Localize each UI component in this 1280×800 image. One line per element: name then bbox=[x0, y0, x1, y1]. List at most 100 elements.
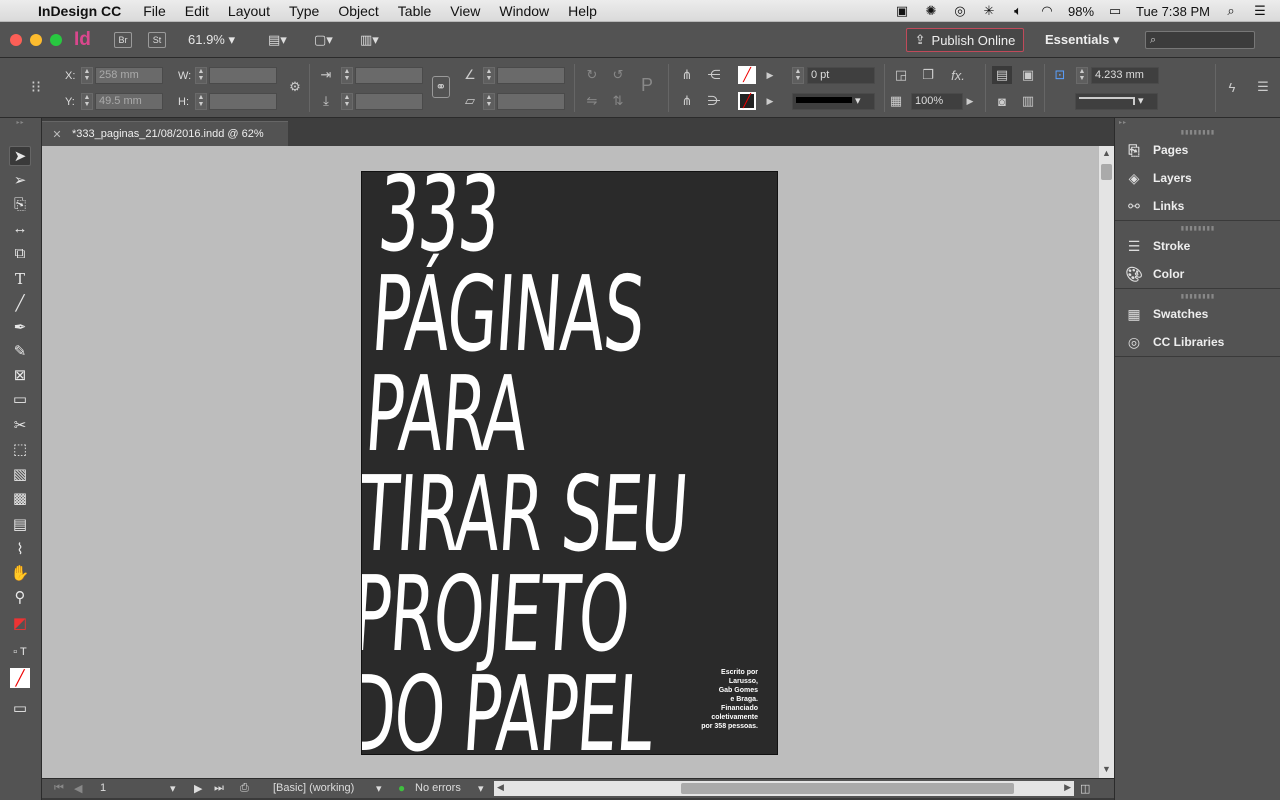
opacity-menu-arrow-icon[interactable]: ▶ bbox=[963, 92, 977, 110]
shear-stepper[interactable]: ▲ ▼ bbox=[483, 93, 495, 110]
effects-options-icon[interactable]: ❐ bbox=[918, 66, 938, 84]
bridge-button[interactable]: Br bbox=[114, 31, 132, 48]
shear-field[interactable] bbox=[497, 93, 565, 110]
fit-size-field[interactable]: 4.233 mm bbox=[1091, 67, 1159, 84]
select-content-icon[interactable]: ⋔ bbox=[677, 92, 697, 110]
menu-layout[interactable]: Layout bbox=[228, 3, 270, 19]
notification-center-icon[interactable]: ☰ bbox=[1252, 3, 1268, 18]
page-dropdown-icon[interactable]: ▾ bbox=[170, 782, 176, 795]
constrain-proportions-icon[interactable]: ⚙ bbox=[285, 78, 305, 96]
scroll-down-icon[interactable]: ▼ bbox=[1102, 764, 1111, 774]
hand-tool-icon[interactable]: ✋ bbox=[9, 563, 31, 583]
preflight-menu-icon[interactable]: ▾ bbox=[478, 782, 484, 795]
swatches-panel-tab[interactable]: ▦ Swatches bbox=[1115, 300, 1280, 328]
open-page-icon[interactable]: ⎙ bbox=[240, 782, 249, 795]
select-previous-icon[interactable]: ⋲ bbox=[704, 66, 724, 84]
stroke-menu-arrow-icon[interactable]: ▶ bbox=[763, 92, 777, 110]
horizontal-scrollbar[interactable]: ◀ ▶ bbox=[494, 781, 1074, 796]
scale-x-icon[interactable]: ⇥ bbox=[316, 66, 336, 84]
rotate-cw-icon[interactable]: ↻ bbox=[582, 66, 602, 84]
stroke-weight-stepper[interactable]: ▲ ▼ bbox=[792, 67, 804, 84]
flip-vertical-icon[interactable]: ⇅ bbox=[608, 92, 628, 110]
pen-tool-icon[interactable]: ✒ bbox=[9, 317, 31, 337]
menu-window[interactable]: Window bbox=[499, 3, 549, 19]
direct-selection-tool-icon[interactable]: ➢ bbox=[9, 170, 31, 190]
zoom-tool-icon[interactable]: ⚲ bbox=[9, 587, 31, 607]
spotlight-icon[interactable]: ⌕ bbox=[1223, 3, 1239, 18]
dock-grip[interactable]: ▸▸ bbox=[1115, 118, 1280, 126]
h-stepper[interactable]: ▲ ▼ bbox=[195, 93, 207, 110]
volume-icon[interactable]: 🔈︎ bbox=[1010, 3, 1026, 18]
horizontal-scroll-thumb[interactable] bbox=[681, 783, 1014, 794]
page-tool-icon[interactable]: ⎘ bbox=[9, 194, 31, 214]
opacity-field[interactable]: 100% bbox=[911, 93, 963, 110]
height-field[interactable] bbox=[209, 93, 277, 110]
last-page-icon[interactable]: ⏭ bbox=[214, 782, 224, 795]
cc-libraries-panel-tab[interactable]: ◎ CC Libraries bbox=[1115, 328, 1280, 356]
rectangle-frame-tool-icon[interactable]: ⊠ bbox=[9, 365, 31, 385]
bluetooth-icon[interactable]: ✳ bbox=[981, 3, 997, 18]
select-next-icon[interactable]: ⋺ bbox=[704, 92, 724, 110]
constrain-scale-icon[interactable]: ⚭ bbox=[432, 76, 450, 98]
close-window-button[interactable] bbox=[10, 33, 22, 46]
clock[interactable]: Tue 7:38 PM bbox=[1136, 4, 1210, 19]
scale-y-field[interactable] bbox=[355, 93, 423, 110]
text-wrap-shape-icon[interactable]: ◙ bbox=[992, 92, 1012, 110]
menu-table[interactable]: Table bbox=[398, 3, 431, 19]
minimize-window-button[interactable] bbox=[30, 33, 42, 46]
quick-apply-icon[interactable]: ϟ bbox=[1222, 78, 1242, 96]
help-search-input[interactable]: ⌕ bbox=[1145, 31, 1255, 49]
battery-icon[interactable]: ▭ bbox=[1107, 3, 1123, 18]
stroke-type-dropdown[interactable]: ▾ bbox=[792, 93, 875, 110]
rotate-ccw-icon[interactable]: ↺ bbox=[608, 66, 628, 84]
reference-point-icon[interactable]: ⁝⁝ bbox=[26, 78, 46, 96]
workspace-switcher[interactable]: Essentials ▾ bbox=[1045, 32, 1119, 48]
formatting-container-icon[interactable]: ▫ T bbox=[9, 642, 31, 662]
menu-type[interactable]: Type bbox=[289, 3, 319, 19]
document-page[interactable]: 333 PÁGINAS PARA TIRAR SEU PROJETO DO PA… bbox=[361, 171, 778, 755]
select-container-icon[interactable]: ⋔ bbox=[677, 66, 697, 84]
gradient-swatch-tool-icon[interactable]: ▧ bbox=[9, 464, 31, 484]
scroll-up-icon[interactable]: ▲ bbox=[1102, 148, 1111, 158]
close-tab-icon[interactable]: ✕ bbox=[42, 128, 72, 141]
profile-dropdown-icon[interactable]: ▾ bbox=[376, 782, 382, 795]
zoom-level-dropdown[interactable]: 61.9% ▾ bbox=[188, 32, 258, 48]
menu-view[interactable]: View bbox=[450, 3, 480, 19]
gradient-feather-tool-icon[interactable]: ▩ bbox=[9, 488, 31, 508]
pasteboard[interactable]: 333 PÁGINAS PARA TIRAR SEU PROJETO DO PA… bbox=[42, 146, 1098, 778]
gap-tool-icon[interactable]: ↔ bbox=[9, 218, 31, 238]
battery-percent[interactable]: 98% bbox=[1068, 4, 1094, 19]
scroll-left-icon[interactable]: ◀ bbox=[497, 782, 504, 793]
menu-app-name[interactable]: InDesign CC bbox=[38, 3, 121, 19]
drop-shadow-icon[interactable]: ◲ bbox=[891, 66, 911, 84]
pencil-tool-icon[interactable]: ✎ bbox=[9, 341, 31, 361]
text-wrap-box-icon[interactable]: ▣ bbox=[1018, 66, 1038, 84]
shear-angle-icon[interactable]: ▱ bbox=[460, 92, 480, 110]
menu-file[interactable]: File bbox=[143, 3, 166, 19]
scale-y-icon[interactable]: ⤓ bbox=[316, 92, 336, 110]
split-window-icon[interactable]: ◫ bbox=[1080, 782, 1090, 795]
document-tab[interactable]: ✕ *333_paginas_21/08/2016.indd @ 62% bbox=[42, 121, 288, 146]
scroll-right-icon[interactable]: ▶ bbox=[1064, 782, 1071, 793]
wifi-icon[interactable]: ◠ bbox=[1039, 3, 1055, 18]
creative-cloud-icon[interactable]: ◎ bbox=[952, 3, 968, 18]
app-status-icon[interactable]: ✺ bbox=[923, 3, 939, 18]
view-options-icon[interactable]: ▤▾ bbox=[268, 32, 304, 48]
layers-panel-tab[interactable]: ◈ Layers bbox=[1115, 164, 1280, 192]
vertical-scrollbar[interactable]: ▲ ▼ bbox=[1098, 146, 1114, 778]
preflight-profile[interactable]: [Basic] (working) bbox=[273, 782, 354, 794]
first-page-icon[interactable]: ⏮ bbox=[54, 782, 64, 795]
fit-size-stepper[interactable]: ▲ ▼ bbox=[1076, 67, 1088, 84]
scissors-tool-icon[interactable]: ✂ bbox=[9, 415, 31, 435]
flip-horizontal-icon[interactable]: ⇋ bbox=[582, 92, 602, 110]
auto-fit-icon[interactable]: ⊡ bbox=[1050, 66, 1070, 84]
w-stepper[interactable]: ▲ ▼ bbox=[195, 67, 207, 84]
arrange-documents-icon[interactable]: ▥▾ bbox=[360, 32, 396, 48]
previous-page-icon[interactable]: ◀ bbox=[74, 782, 82, 795]
rotation-stepper[interactable]: ▲ ▼ bbox=[483, 67, 495, 84]
scale-x-stepper[interactable]: ▲ ▼ bbox=[341, 67, 353, 84]
opacity-icon[interactable]: ▦ bbox=[886, 92, 906, 110]
line-tool-icon[interactable]: ╱ bbox=[9, 293, 31, 313]
selection-tool-icon[interactable]: ➤ bbox=[9, 146, 31, 166]
stroke-none-swatch-icon[interactable]: ╱ bbox=[738, 92, 756, 110]
